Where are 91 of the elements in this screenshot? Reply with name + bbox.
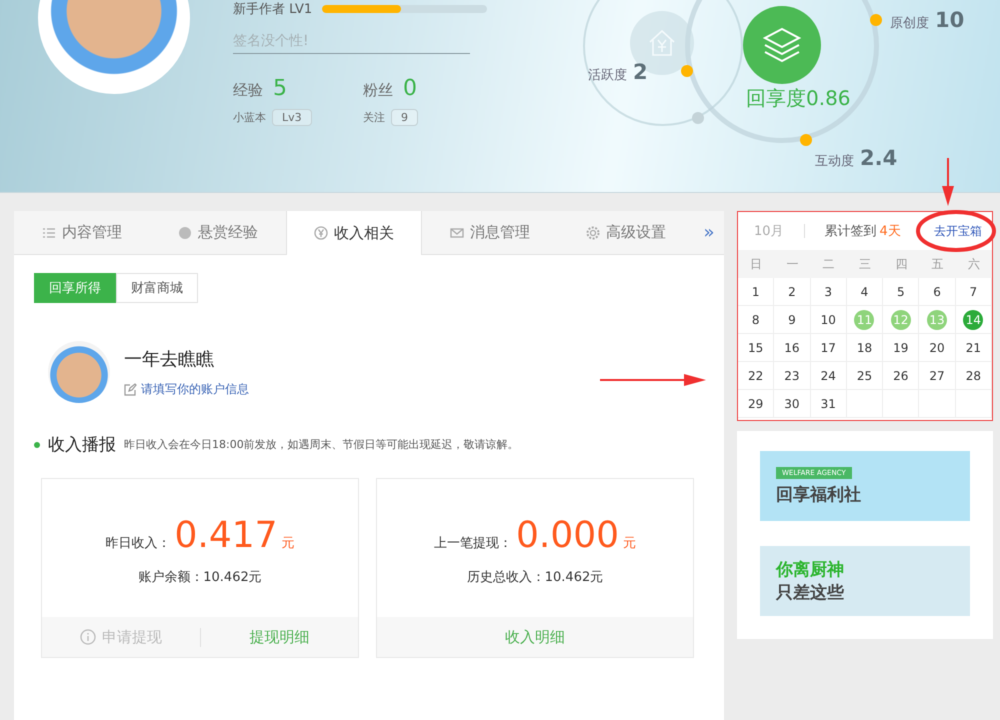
tab[interactable]: 内容管理 — [14, 211, 150, 254]
coin-icon — [178, 226, 192, 240]
calendar-day[interactable]: 20 — [927, 338, 948, 358]
amount-unit: 元 — [282, 534, 295, 552]
calendar-day[interactable]: 22 — [746, 366, 766, 386]
list-icon — [42, 226, 56, 240]
calendar-month: 10月 — [754, 223, 784, 240]
sign-in-summary: 累计签到 — [824, 223, 877, 240]
calendar-day[interactable]: 19 — [890, 338, 911, 358]
settings-icon — [586, 226, 600, 240]
info-icon — [80, 629, 96, 645]
calendar-day[interactable]: 27 — [927, 366, 948, 386]
account-name: 一年去瞧瞧 — [124, 348, 215, 370]
stat-label: 粉丝 — [363, 81, 393, 100]
annotation-arrow — [940, 158, 956, 206]
weekday-label: 一 — [774, 250, 811, 278]
edit-icon — [124, 382, 137, 396]
calendar-day[interactable]: 17 — [818, 338, 838, 358]
amount-value: 0.000 — [516, 514, 620, 556]
calendar-day[interactable]: 31 — [818, 394, 838, 414]
calendar-day[interactable]: 4 — [854, 282, 874, 302]
calendar-day[interactable]: 21 — [963, 338, 984, 358]
mail-icon — [450, 226, 464, 240]
more-tabs-button[interactable]: » — [694, 211, 724, 254]
score-value: 10 — [935, 8, 964, 32]
score-label: 活跃度 — [588, 67, 627, 84]
calendar-day[interactable]: 3 — [818, 282, 838, 302]
score-label: 互动度 — [815, 153, 854, 170]
calendar-day[interactable]: 18 — [854, 338, 874, 358]
stat-badge: Lv3 — [272, 109, 312, 126]
tab[interactable]: 悬赏经验 — [150, 211, 286, 254]
sign-in-count: 4天 — [880, 223, 901, 240]
score-label: 原创度 — [890, 15, 929, 32]
banner-title: 你离厨神 — [776, 559, 845, 581]
stat-value: 5 — [273, 76, 287, 101]
ring-marker — [692, 112, 704, 124]
banner-subtitle: 只差这些 — [776, 582, 845, 604]
calendar-day[interactable]: 23 — [782, 366, 802, 386]
stat-label: 经验 — [233, 81, 263, 100]
calendar-day[interactable]: 10 — [818, 310, 838, 330]
tab[interactable]: 高级设置 — [558, 211, 694, 254]
rank-label: 新手作者 LV1 — [233, 1, 312, 18]
calendar-day[interactable]: 1 — [746, 282, 766, 302]
tab[interactable]: 消息管理 — [422, 211, 558, 254]
calendar-day[interactable]: 24 — [818, 366, 838, 386]
calendar-day[interactable]: 2 — [782, 282, 802, 302]
bullet-dot — [34, 442, 40, 448]
calendar-day[interactable]: 5 — [890, 282, 911, 302]
weekday-label: 三 — [846, 250, 884, 278]
weekday-label: 二 — [810, 250, 847, 278]
amount-unit: 元 — [623, 534, 636, 552]
weekday-label: 五 — [919, 250, 956, 278]
score-value: 2.4 — [860, 146, 898, 170]
weekday-label: 六 — [956, 250, 992, 278]
calendar-day[interactable]: 25 — [854, 366, 874, 386]
main-score: 回享度0.86 — [746, 85, 851, 112]
amount-label: 昨日收入： — [105, 534, 170, 552]
sub-tab[interactable]: 财富商城 — [116, 273, 198, 303]
yen-icon — [314, 226, 328, 240]
calendar-day[interactable]: 7 — [963, 282, 984, 302]
tab[interactable]: 收入相关 — [286, 211, 422, 255]
calendar-day[interactable]: 26 — [890, 366, 911, 386]
calendar-day[interactable]: 28 — [963, 366, 984, 386]
amount-label: 上一笔提现： — [434, 534, 512, 552]
calendar-day[interactable]: 15 — [746, 338, 766, 358]
calendar-day[interactable]: 9 — [782, 310, 802, 330]
calendar-day[interactable]: 30 — [782, 394, 802, 414]
calendar-day[interactable]: 29 — [746, 394, 766, 414]
amount-value: 0.417 — [174, 514, 278, 556]
amount-detail: 账户余额：10.462元 — [138, 568, 262, 586]
stat-label: 小蓝本 — [233, 110, 266, 125]
banner-title: 回享福利社 — [776, 484, 862, 506]
score-marker — [800, 134, 812, 146]
score-marker — [681, 65, 693, 77]
stat-label: 关注 — [363, 110, 385, 125]
stat-value: 0 — [403, 76, 417, 101]
amount-detail: 历史总收入：10.462元 — [466, 568, 604, 586]
calendar-day[interactable]: 8 — [746, 310, 766, 330]
account-info-link[interactable]: 请填写你的账户信息 — [141, 380, 249, 398]
layers-icon — [763, 27, 801, 63]
section-note: 昨日收入会在今日18:00前发放，如遇周末、节假日等可能出现延迟，敬请谅解。 — [124, 437, 519, 452]
calendar-day[interactable]: 6 — [927, 282, 948, 302]
weekday-label: 日 — [738, 250, 774, 278]
stat-badge: 9 — [391, 109, 418, 126]
score-value: 2 — [633, 60, 648, 84]
section-title: 收入播报 — [48, 434, 116, 456]
score-marker — [870, 14, 882, 26]
calendar-day[interactable]: 16 — [782, 338, 802, 358]
house-yen-icon — [647, 28, 677, 58]
weekday-label: 四 — [883, 250, 920, 278]
promo-banner[interactable]: 你离厨神 只差这些 — [760, 546, 970, 616]
